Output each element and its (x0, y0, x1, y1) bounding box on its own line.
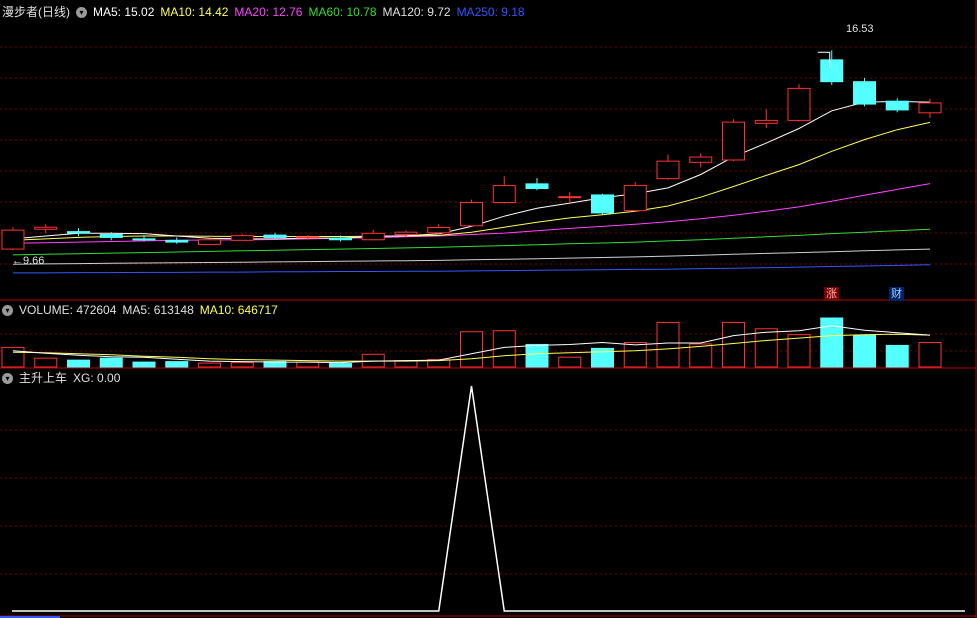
candle-body-20 (656, 160, 680, 180)
chevron-down-icon[interactable]: ▾ (2, 372, 13, 384)
volume-label-1: MA5: 613148 (122, 303, 194, 317)
volume-bar-24 (787, 334, 811, 368)
ma-legend: MA5: 15.02 MA10: 14.42 MA20: 12.76 MA60: 10… (93, 3, 531, 21)
volume-bar-28 (918, 342, 942, 368)
ma120-line (12, 248, 931, 265)
volume-bar-3 (99, 357, 123, 368)
candle-body-21 (689, 156, 713, 163)
xg-signal-line (12, 385, 965, 612)
low-price-label: ←9.66 (12, 255, 45, 267)
candle-body-18 (591, 194, 614, 214)
volume-bar-20 (656, 321, 680, 368)
indicator-panel-header: ▾ 主升上车 XG: 0.00 (0, 369, 126, 387)
ma-label-0: MA5: 15.02 (93, 5, 155, 19)
candle-body-2 (67, 231, 90, 234)
volume-bar-27 (885, 344, 909, 368)
volume-bar-22 (722, 321, 745, 368)
candle-body-5 (165, 239, 189, 243)
ma-label-3: MA60: 10.78 (308, 5, 377, 19)
volume-panel-header: ▾ VOLUME: 472604 MA5: 613148 MA10: 646717 (0, 301, 284, 319)
volume-bar-16 (525, 343, 549, 368)
candle-body-0 (1, 229, 25, 250)
volume-bar-1 (34, 357, 58, 368)
candle-body-19 (623, 185, 647, 212)
candle-body-17 (558, 196, 582, 199)
price-panel-header: 漫步者(日线) ▾ MA5: 15.02 MA10: 14.42 MA20: 12.… (0, 3, 531, 21)
volume-bar-26 (853, 334, 876, 368)
candle-body-7 (230, 235, 254, 241)
candle-body-3 (99, 234, 123, 238)
ma-label-4: MA120: 9.72 (382, 5, 451, 19)
candle-body-25 (820, 59, 844, 83)
stock-title: 漫步者(日线) (2, 5, 70, 19)
volume-bar-2 (67, 359, 90, 368)
candle-body-11 (361, 232, 385, 241)
volume-bar-5 (165, 361, 189, 368)
candle-body-1 (34, 226, 58, 230)
ma-label-2: MA20: 12.76 (234, 5, 303, 19)
candle-body-16 (525, 183, 549, 190)
volume-bar-6 (198, 362, 221, 368)
chevron-down-icon[interactable]: ▾ (76, 6, 87, 18)
rise-badge[interactable]: 涨 (824, 287, 839, 301)
volume-bar-10 (329, 363, 352, 368)
indicator-legend: 主升上车 XG: 0.00 (19, 369, 126, 387)
volume-bar-9 (296, 361, 320, 368)
high-price-label: 16.53 (846, 23, 874, 35)
candle-body-13 (427, 227, 451, 234)
volume-bar-0 (1, 346, 25, 368)
candle-body-10 (329, 237, 352, 241)
candle-body-15 (492, 185, 516, 203)
indicator-label-1: XG: 0.00 (73, 371, 121, 385)
candle-body-23 (754, 119, 778, 124)
candle-body-22 (722, 121, 745, 161)
ma-label-1: MA10: 14.42 (160, 5, 229, 19)
candle-body-9 (296, 236, 320, 239)
candle-body-28 (918, 102, 942, 114)
volume-bar-19 (623, 342, 647, 368)
volume-bar-4 (132, 361, 156, 368)
indicator-label-0: 主升上车 (19, 371, 68, 385)
candle-body-14 (460, 201, 483, 227)
volume-bar-23 (754, 328, 778, 368)
volume-label-0: VOLUME: 472604 (19, 303, 117, 317)
candle-body-26 (853, 81, 876, 105)
volume-bar-14 (460, 331, 483, 368)
volume-legend: VOLUME: 472604 MA5: 613148 MA10: 646717 (19, 301, 284, 319)
finance-badge[interactable]: 财 (889, 287, 904, 301)
ma-label-5: MA250: 9.18 (456, 5, 525, 19)
volume-label-2: MA10: 646717 (199, 303, 278, 317)
candle-body-12 (394, 231, 418, 236)
ma250-line (13, 264, 931, 274)
candle-body-27 (885, 100, 909, 111)
candle-body-8 (263, 234, 287, 238)
volume-bar-7 (230, 362, 254, 368)
chevron-down-icon[interactable]: ▾ (2, 304, 13, 316)
candle-body-24 (787, 87, 811, 121)
candle-body-4 (132, 238, 156, 241)
volume-bar-17 (558, 356, 582, 368)
candle-body-6 (198, 239, 221, 245)
